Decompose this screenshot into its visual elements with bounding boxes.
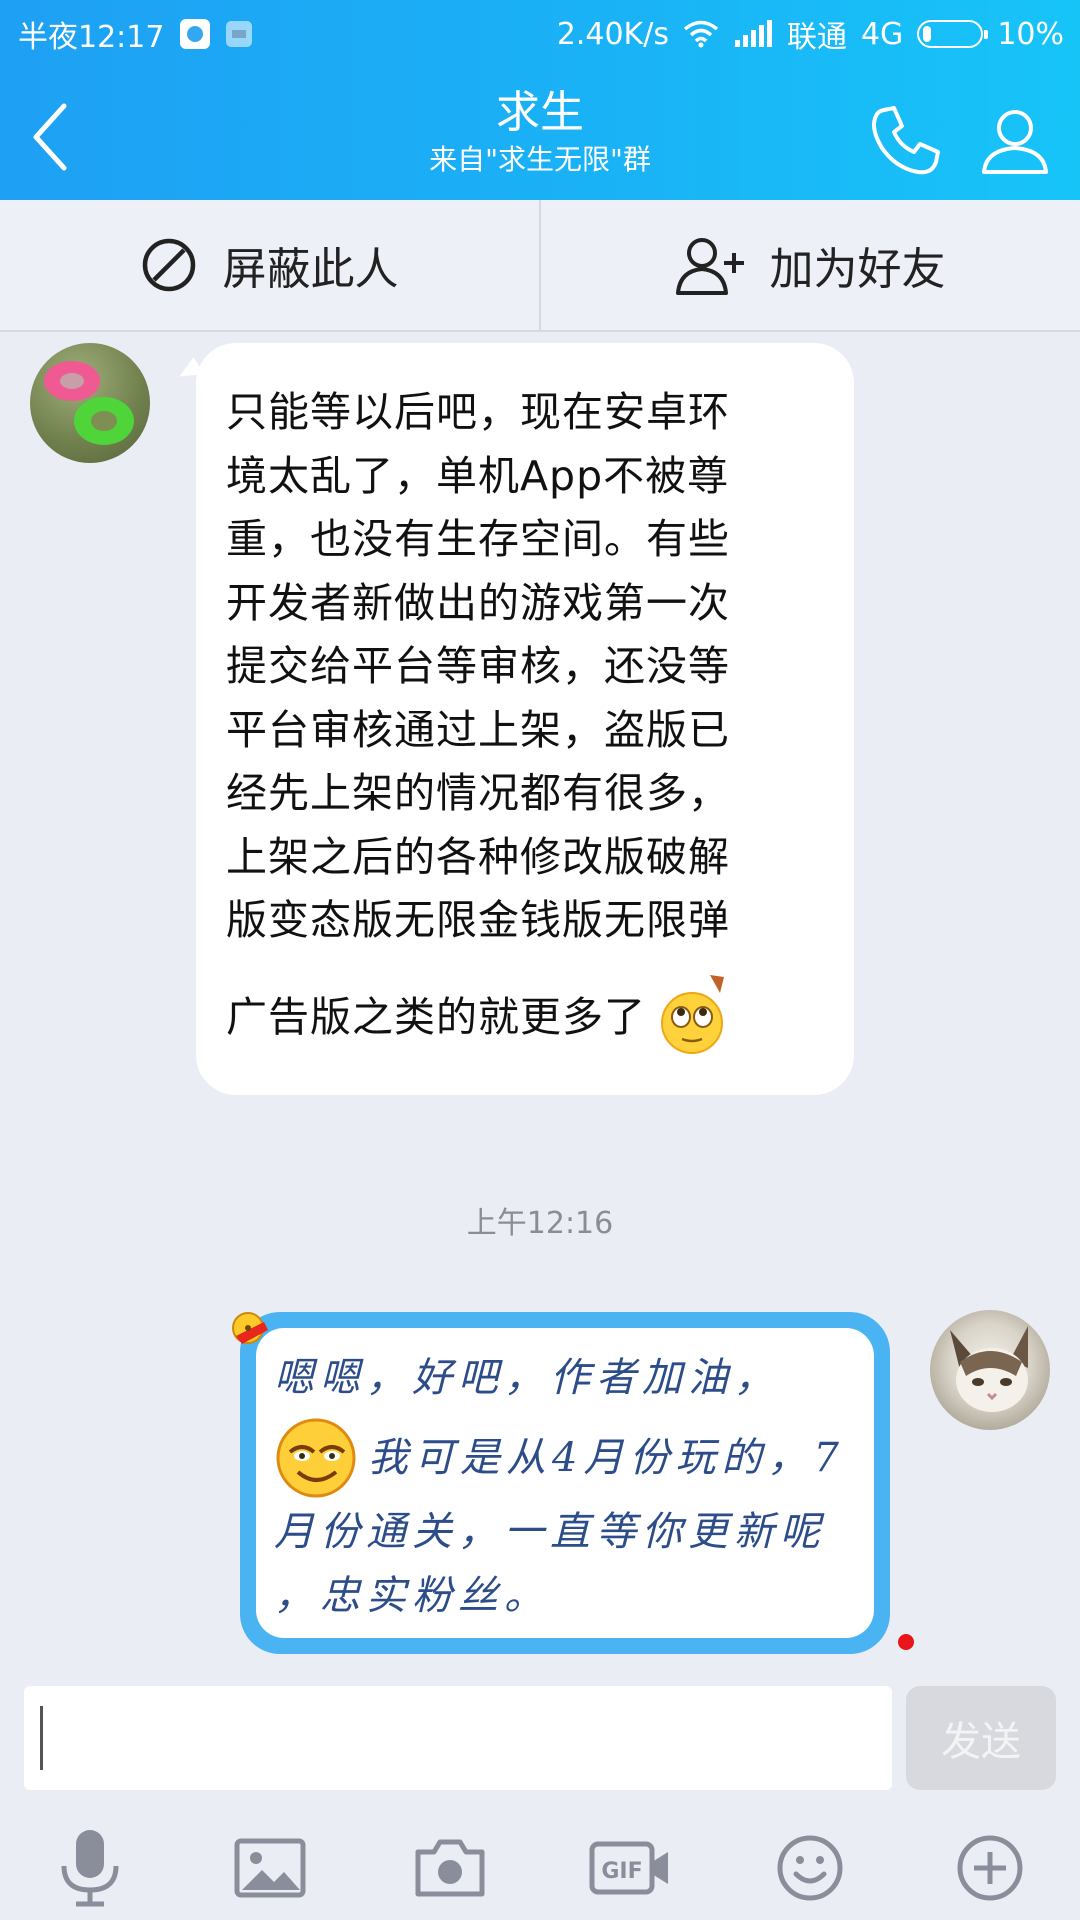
sender-avatar[interactable] [30,343,150,463]
rolling-eyes-emoji-icon [661,974,724,1054]
signal-icon [734,20,772,47]
carrier-name: 联通 [786,20,847,55]
sent-line-1: 嗯嗯，好吧，作者加油， [274,1355,780,1401]
block-icon [142,238,195,292]
image-icon [234,1838,306,1898]
status-dot [898,1634,914,1650]
voice-button[interactable] [40,1818,140,1918]
gif-button[interactable]: GIF [580,1818,680,1918]
status-time: 半夜12:17 [18,20,165,55]
camera-button[interactable] [400,1818,500,1918]
block-user-button[interactable]: 屏蔽此人 [0,200,539,330]
battery-percent: 10% [997,16,1064,52]
received-message-ending: 广告版之类的就更多了 [226,992,646,1041]
send-button[interactable]: 发送 [906,1686,1056,1790]
chat-title: 求生 [496,87,584,138]
plus-icon [957,1835,1023,1901]
sent-line-3: 月份通关，一直等你更新呢 [274,1509,826,1555]
swim-rings-image [44,361,134,445]
message-input[interactable] [24,1686,892,1790]
app-notification-icon [180,19,211,49]
wifi-icon [683,20,719,48]
emoji-icon [777,1835,843,1901]
person-icon [982,110,1048,174]
camera-icon [415,1839,485,1897]
chat-subtitle: 来自"求生无限"群 [429,143,651,176]
title-block: 求生 来自"求生无限"群 [240,86,840,178]
emoji-button[interactable] [760,1818,860,1918]
network-speed: 2.40K/s [556,16,669,52]
bell-decoration-icon [232,1312,268,1344]
back-button[interactable] [10,92,90,182]
status-bar: 半夜12:17 2.40K/s 联通 4G 10% [0,0,1080,64]
sent-line-2: 我可是从4月份玩的，7 [368,1435,845,1481]
title-bar: 求生 来自"求生无限"群 [0,64,1080,200]
block-user-label: 屏蔽此人 [222,244,399,295]
add-friend-icon [675,238,744,295]
message-notification-icon [226,21,253,47]
chevron-left-icon [33,103,67,171]
stranger-action-bar: 屏蔽此人 加为好友 [0,200,1080,332]
network-type: 4G [860,16,904,52]
microphone-icon [61,1830,119,1907]
received-message-last-line: 广告版之类的就更多了 [226,971,824,1055]
gif-icon: GIF [589,1841,668,1895]
cat-photo-image [950,1326,1028,1412]
message-timestamp: 上午12:16 [466,1206,614,1241]
my-avatar[interactable] [930,1310,1050,1430]
battery-icon [917,20,989,48]
phone-icon [872,106,940,175]
sent-message-bubble[interactable]: 嗯嗯，好吧，作者加油， 我可是从4月份玩的，7 月份通关，一直等你更新呢 ，忠实… [240,1312,890,1654]
sent-message-card: 嗯嗯，好吧，作者加油， 我可是从4月份玩的，7 月份通关，一直等你更新呢 ，忠实… [256,1328,874,1638]
svg-text:GIF: GIF [601,1859,642,1884]
text-caret [40,1706,43,1770]
add-friend-label: 加为好友 [769,244,946,295]
profile-button[interactable] [970,96,1060,186]
sent-line-2-wrap: 我可是从4月份玩的，7 [274,1416,856,1500]
received-message-text: 只能等以后吧，现在安卓环 境太乱了，单机App不被尊 重，也没有生存空间。有些 … [226,388,730,944]
sly-smile-emoji-icon [276,1418,356,1498]
header: 半夜12:17 2.40K/s 联通 4G 10% 求生 来自"求生无限"群 [0,0,1080,200]
received-message-bubble[interactable]: 只能等以后吧，现在安卓环 境太乱了，单机App不被尊 重，也没有生存空间。有些 … [196,343,854,1095]
input-toolbar: GIF [0,1818,1080,1918]
sent-message-text: 嗯嗯，好吧，作者加油， 我可是从4月份玩的，7 月份通关，一直等你更新呢 ，忠实… [274,1346,856,1628]
add-friend-button[interactable]: 加为好友 [541,200,1080,330]
call-button[interactable] [860,96,950,186]
input-area: 发送 GIF [0,1670,1080,1920]
image-button[interactable] [220,1818,320,1918]
more-button[interactable] [940,1818,1040,1918]
sent-line-4: ，忠实粉丝。 [274,1573,550,1619]
